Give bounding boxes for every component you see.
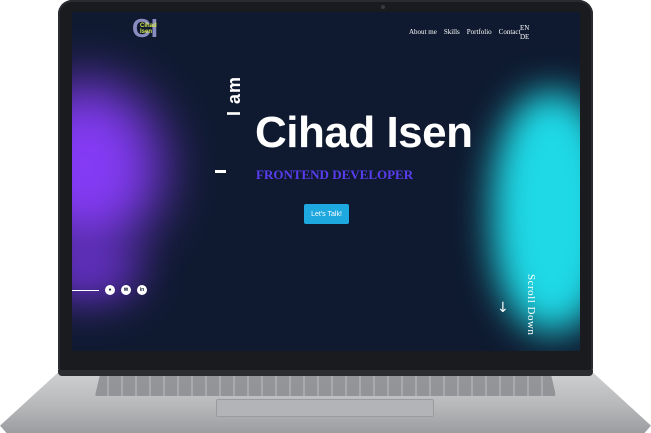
social-divider	[72, 290, 99, 291]
language-switcher: EN DE	[520, 24, 529, 42]
language-option-de[interactable]: DE	[520, 33, 529, 42]
lets-talk-button[interactable]: Let's Talk!	[304, 204, 349, 224]
laptop-mockup: CI Cihad Isen About me Skills Portfolio …	[0, 0, 651, 433]
site-logo[interactable]: CI Cihad Isen	[132, 14, 158, 44]
logo-line-2: Isen	[140, 29, 153, 35]
purple-blob-decoration	[72, 82, 162, 252]
nav-item-portfolio[interactable]: Portfolio	[467, 28, 492, 36]
logo-wordmark: Cihad Isen	[140, 23, 157, 35]
laptop-trackpad	[216, 399, 434, 417]
laptop-keyboard	[95, 376, 556, 396]
social-links: ● ✉ in	[105, 285, 147, 295]
webcam	[381, 5, 385, 9]
nav-item-contact[interactable]: Contact	[499, 28, 521, 36]
main-nav: About me Skills Portfolio Contact	[409, 28, 520, 36]
email-icon[interactable]: ✉	[121, 285, 131, 295]
nav-item-skills[interactable]: Skills	[444, 28, 460, 36]
hero-intro: I am	[224, 75, 244, 116]
nav-item-about-me[interactable]: About me	[409, 28, 437, 36]
hero-name: Cihad Isen	[255, 108, 473, 157]
scroll-down-label[interactable]: Scroll Down	[525, 274, 537, 335]
linkedin-icon[interactable]: in	[137, 285, 147, 295]
github-icon[interactable]: ●	[105, 285, 115, 295]
arrow-down-icon[interactable]: ↓	[497, 300, 509, 316]
hero-intro-dash	[215, 170, 226, 173]
hero-role: FRONTEND DEVELOPER	[256, 167, 414, 182]
language-option-en[interactable]: EN	[520, 24, 529, 33]
website-screen: CI Cihad Isen About me Skills Portfolio …	[72, 12, 580, 351]
laptop-hinge	[58, 370, 593, 376]
